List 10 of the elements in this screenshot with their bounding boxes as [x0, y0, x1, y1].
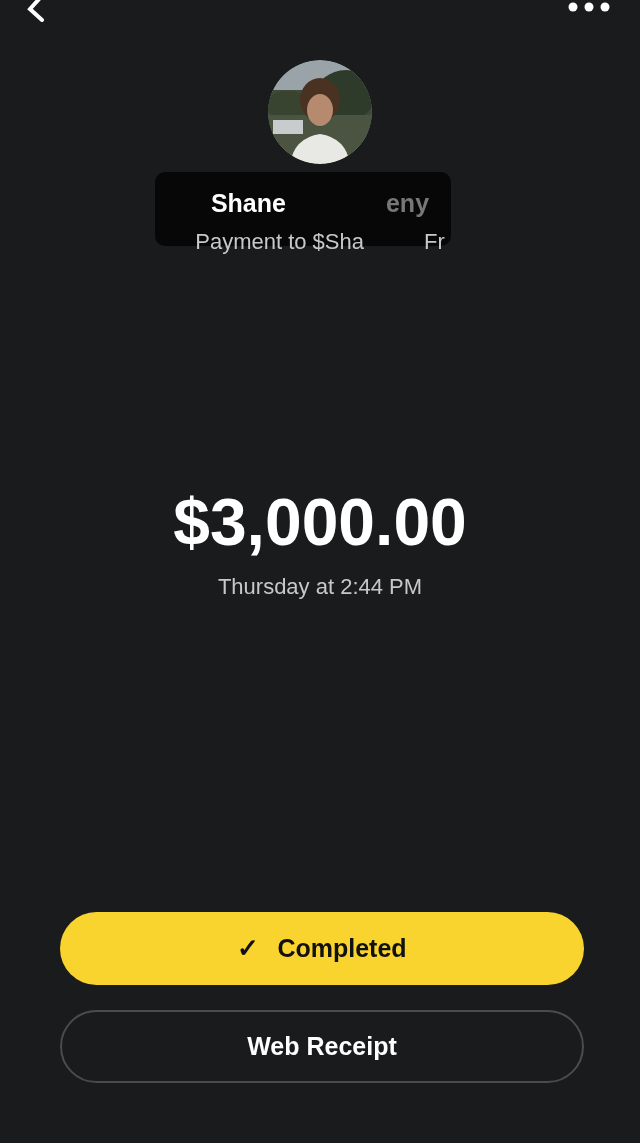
- check-icon: ✓: [237, 929, 260, 968]
- recipient-name: eny: [385, 188, 430, 219]
- more-icon[interactable]: [568, 1, 610, 13]
- completed-button[interactable]: ✓ Completed: [60, 912, 584, 985]
- payment-recipient-text: Fr: [424, 228, 445, 256]
- recipient-name: Shane: [210, 188, 286, 219]
- web-receipt-button[interactable]: Web Receipt: [60, 1010, 584, 1083]
- payment-recipient-text: Payment to $Sha: [195, 228, 364, 256]
- payment-amount: $3,000.00: [173, 484, 467, 560]
- payment-time: Thursday at 2:44 PM: [217, 573, 423, 601]
